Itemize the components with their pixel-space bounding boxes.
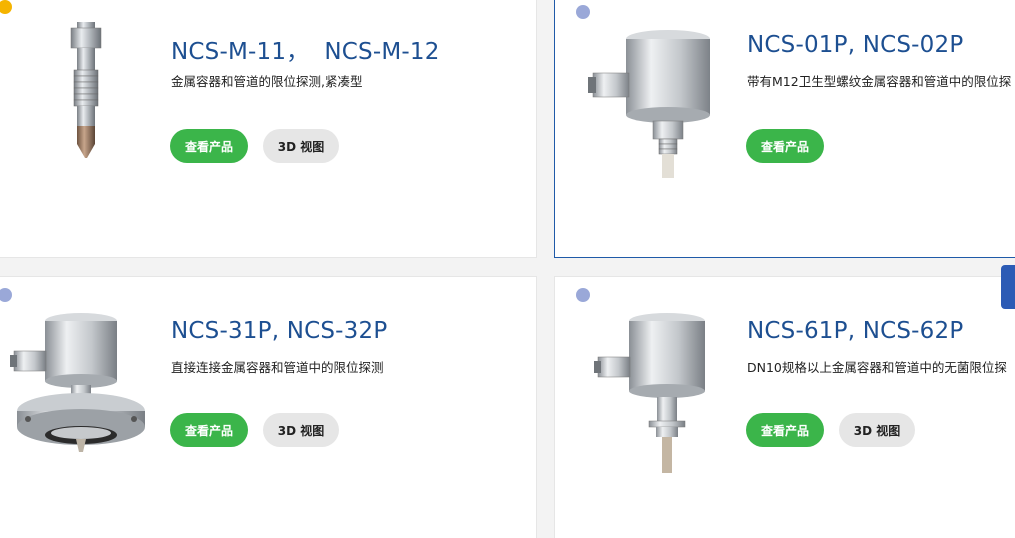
product-image-housing-sensor-threaded [588,30,710,178]
product-grid: NCS-M-11， NCS-M-12 金属容器和管道的限位探测,紧凑型 查看产品… [0,0,1015,538]
view-product-button[interactable]: 查看产品 [170,413,248,447]
product-image-aseptic-sensor [594,313,705,473]
product-title: NCS-M-11， NCS-M-12 [171,39,440,65]
product-card-ncs-01p[interactable]: NCS-01P, NCS-02P 带有M12卫生型螺纹金属容器和管道中的限位探 … [554,0,1015,258]
view-product-button[interactable]: 查看产品 [170,129,248,163]
product-description: 带有M12卫生型螺纹金属容器和管道中的限位探 [747,74,1012,89]
product-image-compact-threaded-sensor [70,22,102,158]
view-product-button[interactable]: 查看产品 [746,413,824,447]
product-card-ncs-m-11[interactable]: NCS-M-11， NCS-M-12 金属容器和管道的限位探测,紧凑型 查看产品… [0,0,537,258]
product-title: NCS-31P, NCS-32P [171,318,388,344]
product-image-flange-sensor [10,313,145,452]
3d-view-button[interactable]: 3D 视图 [263,129,339,163]
3d-view-button[interactable]: 3D 视图 [839,413,915,447]
status-dot [576,288,590,302]
product-card-ncs-31p[interactable]: NCS-31P, NCS-32P 直接连接金属容器和管道中的限位探测 查看产品 … [0,276,537,538]
product-card-ncs-61p[interactable]: NCS-61P, NCS-62P DN10规格以上金属容器和管道中的无菌限位探 … [554,276,1015,538]
product-description: DN10规格以上金属容器和管道中的无菌限位探 [747,360,1007,375]
status-dot [0,288,12,302]
product-title: NCS-61P, NCS-62P [747,318,964,344]
product-title: NCS-01P, NCS-02P [747,32,964,58]
side-scroll-tab[interactable] [1001,265,1015,309]
view-product-button[interactable]: 查看产品 [746,129,824,163]
3d-view-button[interactable]: 3D 视图 [263,413,339,447]
product-description: 金属容器和管道的限位探测,紧凑型 [171,74,363,89]
status-dot [0,0,12,14]
status-dot [576,5,590,19]
product-description: 直接连接金属容器和管道中的限位探测 [171,360,384,375]
